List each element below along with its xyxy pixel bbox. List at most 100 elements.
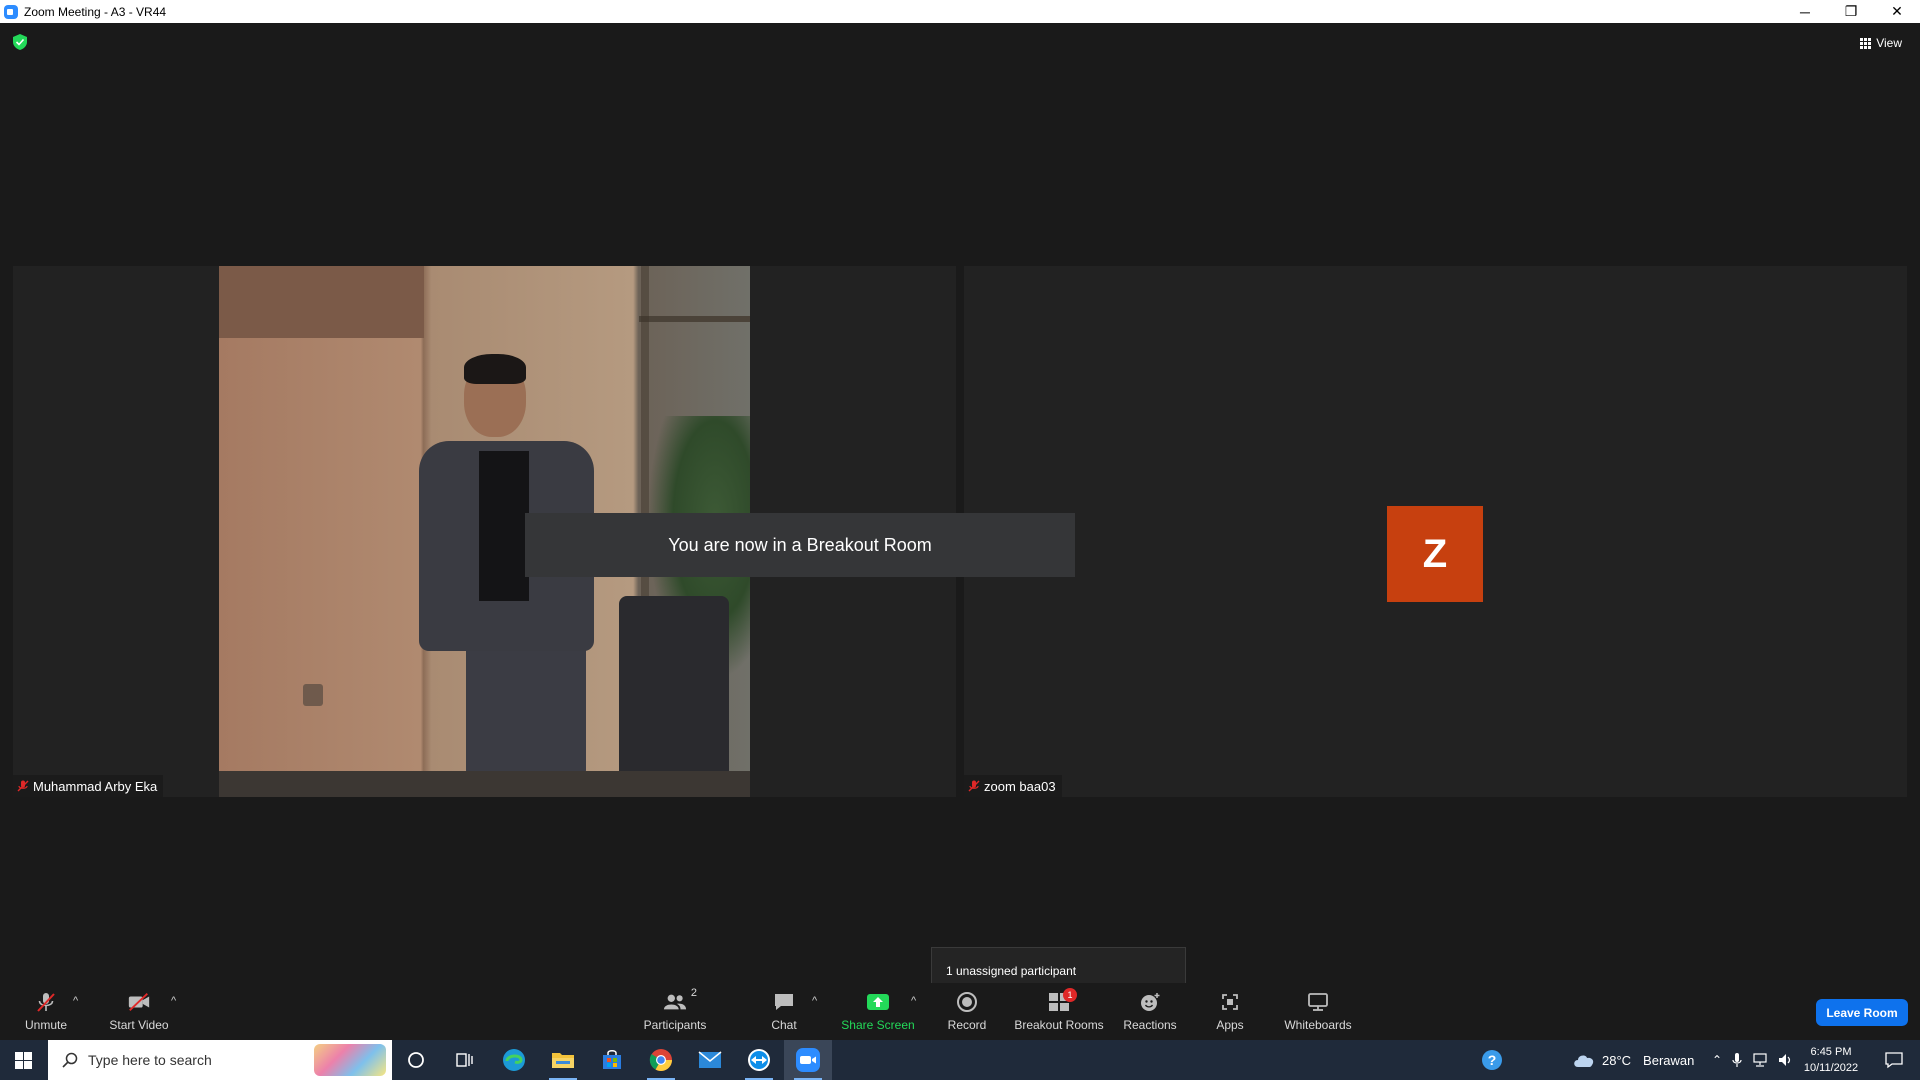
windows-taskbar: Type here to search ? 28°C Berawan ⌃ 6:4… <box>0 1040 1920 1080</box>
cortana-circle-icon <box>408 1052 424 1068</box>
window-controls: ─ ❐ ✕ <box>1782 0 1920 23</box>
participant-name-tag: Muhammad Arby Eka <box>13 775 164 797</box>
apps-button[interactable]: Apps <box>1210 983 1250 1040</box>
whiteboards-button[interactable]: Whiteboards <box>1280 983 1356 1040</box>
reactions-button[interactable]: Reactions <box>1122 983 1178 1040</box>
mail-envelope-icon <box>698 1051 722 1068</box>
edge-taskbar-app[interactable] <box>490 1040 538 1080</box>
breakout-room-notice: You are now in a Breakout Room <box>525 513 1075 577</box>
start-button[interactable] <box>0 1040 46 1080</box>
share-options-caret[interactable]: ^ <box>911 995 916 1007</box>
speaker-volume-icon[interactable] <box>1778 1053 1794 1067</box>
notification-icon <box>1885 1052 1903 1069</box>
whiteboards-label: Whiteboards <box>1284 1018 1352 1032</box>
mic-muted-icon <box>17 780 29 792</box>
reactions-smiley-icon <box>1138 991 1162 1013</box>
system-tray: ⌃ <box>1712 1040 1794 1080</box>
encryption-shield-icon[interactable] <box>13 34 27 50</box>
svg-text:?: ? <box>1488 1052 1497 1068</box>
unmute-label: Unmute <box>24 1018 68 1032</box>
participant-name-tag: zoom baa03 <box>964 775 1062 797</box>
mic-off-icon <box>34 991 58 1013</box>
record-button[interactable]: Record <box>942 983 992 1040</box>
teamviewer-icon <box>748 1049 770 1071</box>
reactions-label: Reactions <box>1123 1018 1177 1032</box>
share-screen-icon <box>866 991 890 1013</box>
cortana-button[interactable] <box>392 1040 440 1080</box>
leave-room-button[interactable]: Leave Room <box>1816 999 1908 1026</box>
notification-center-button[interactable] <box>1872 1040 1916 1080</box>
record-label: Record <box>947 1018 987 1032</box>
microphone-icon[interactable] <box>1732 1052 1742 1068</box>
mail-taskbar-app[interactable] <box>686 1040 734 1080</box>
breakout-rooms-button[interactable]: 1 Breakout Rooms <box>1012 983 1106 1040</box>
cloud-weather-icon <box>1574 1055 1594 1067</box>
video-tile-participant-2[interactable]: Z zoom baa03 <box>964 266 1907 797</box>
participants-count: 2 <box>690 987 697 999</box>
weather-widget[interactable]: 28°C Berawan <box>1572 1040 1694 1080</box>
video-options-caret[interactable]: ^ <box>171 995 176 1007</box>
task-view-icon <box>456 1053 473 1067</box>
chat-label: Chat <box>771 1018 797 1032</box>
breakout-rooms-icon: 1 <box>1047 988 1077 1013</box>
search-highlight-image <box>314 1044 386 1076</box>
video-off-icon <box>127 991 151 1013</box>
record-icon <box>955 991 979 1013</box>
zoom-taskbar-app[interactable] <box>784 1040 832 1080</box>
view-label: View <box>1876 36 1902 50</box>
taskbar-clock[interactable]: 6:45 PM 10/11/2022 <box>1796 1040 1866 1080</box>
grid-view-icon <box>1860 37 1872 49</box>
clock-time: 6:45 PM <box>1810 1046 1852 1058</box>
file-explorer-taskbar-app[interactable] <box>539 1040 587 1080</box>
chat-options-caret[interactable]: ^ <box>812 995 817 1007</box>
meeting-toolbar: Unmute ^ Start Video ^ 2 Participants Ch… <box>0 983 1920 1040</box>
mic-muted-icon <box>968 780 980 792</box>
chevron-up-icon[interactable]: ⌃ <box>1712 1053 1722 1067</box>
breakout-badge: 1 <box>1063 988 1077 1002</box>
store-bag-icon <box>603 1050 621 1069</box>
window-titlebar: Zoom Meeting - A3 - VR44 ─ ❐ ✕ <box>0 0 1920 23</box>
participant-name: zoom baa03 <box>984 778 1056 794</box>
view-button[interactable]: View <box>1856 33 1906 53</box>
windows-logo-icon <box>14 1051 32 1069</box>
help-tray-button[interactable]: ? <box>1468 1040 1516 1080</box>
search-icon <box>62 1052 78 1068</box>
participants-label: Participants <box>643 1018 707 1032</box>
share-screen-button[interactable]: Share Screen <box>838 983 918 1040</box>
apps-icon <box>1218 991 1242 1013</box>
chrome-browser-icon <box>649 1049 672 1071</box>
search-placeholder: Type here to search <box>88 1052 212 1068</box>
chrome-taskbar-app[interactable] <box>637 1040 685 1080</box>
chat-button[interactable]: Chat <box>764 983 804 1040</box>
participant-avatar: Z <box>1387 506 1483 602</box>
clock-date: 10/11/2022 <box>1803 1062 1859 1074</box>
minimize-button[interactable]: ─ <box>1782 0 1828 23</box>
participant-name: Muhammad Arby Eka <box>33 778 158 794</box>
audio-options-caret[interactable]: ^ <box>73 995 78 1007</box>
close-button[interactable]: ✕ <box>1874 0 1920 23</box>
breakout-rooms-label: Breakout Rooms <box>1014 1018 1104 1032</box>
zoom-app-icon <box>4 4 18 19</box>
edge-browser-icon <box>503 1049 525 1071</box>
meeting-area: View Muhammad Arby Eka Z zoom baa03 You … <box>0 23 1920 995</box>
chat-icon <box>772 991 796 1013</box>
start-video-label: Start Video <box>109 1018 169 1032</box>
weather-temperature: 28°C <box>1602 1052 1632 1068</box>
window-title: Zoom Meeting - A3 - VR44 <box>24 4 167 19</box>
restore-button[interactable]: ❐ <box>1828 0 1874 23</box>
taskbar-search[interactable]: Type here to search <box>48 1040 392 1080</box>
task-view-button[interactable] <box>440 1040 488 1080</box>
network-icon[interactable] <box>1752 1053 1768 1067</box>
unmute-button[interactable]: Unmute <box>18 983 74 1040</box>
teamviewer-taskbar-app[interactable] <box>735 1040 783 1080</box>
whiteboard-icon <box>1306 991 1330 1013</box>
store-taskbar-app[interactable] <box>588 1040 636 1080</box>
share-screen-label: Share Screen <box>841 1018 915 1032</box>
participants-icon: 2 <box>663 987 697 1013</box>
participants-button[interactable]: 2 Participants <box>638 983 712 1040</box>
weather-description: Berawan <box>1643 1052 1695 1068</box>
help-question-icon: ? <box>1482 1050 1502 1070</box>
start-video-button[interactable]: Start Video <box>104 983 174 1040</box>
zoom-video-icon <box>796 1048 820 1072</box>
apps-label: Apps <box>1216 1018 1244 1032</box>
